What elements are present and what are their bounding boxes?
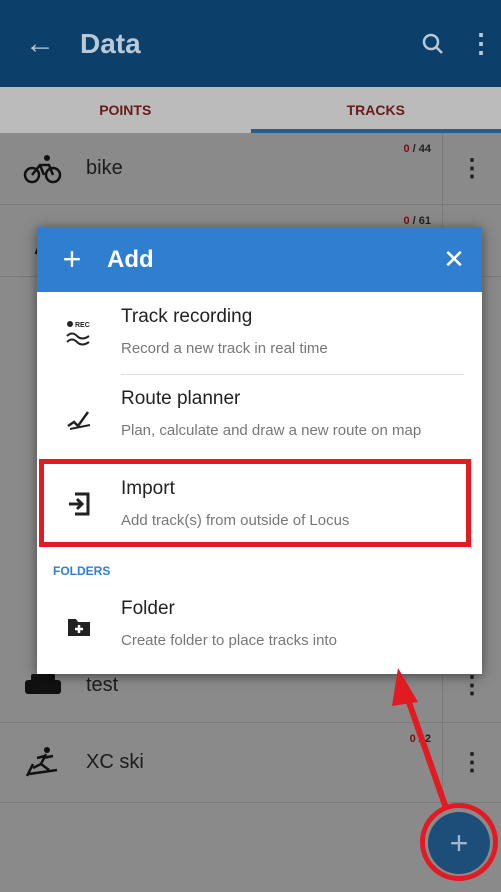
app-toolbar: ← Data ⋮ (0, 0, 501, 87)
track-count: 0 / 2 (409, 733, 431, 745)
list-item-name: test (86, 673, 119, 696)
back-button[interactable]: ← (0, 0, 80, 87)
item-title: Track recording (121, 306, 253, 327)
overflow-menu-button[interactable]: ⋮ (461, 0, 501, 87)
folder-add-icon (37, 584, 121, 670)
item-subtitle: Plan, calculate and draw a new route on … (121, 422, 422, 439)
dialog-header: + Add ✕ (37, 227, 482, 292)
track-count: 0 / 61 (403, 215, 431, 227)
tab-points[interactable]: POINTS (0, 87, 251, 133)
route-planner-icon (37, 374, 121, 460)
arrow-left-icon: ← (25, 26, 55, 60)
page-title: Data (80, 27, 141, 59)
more-vert-icon: ⋮ (460, 671, 484, 699)
item-title: Route planner (121, 388, 241, 409)
more-vert-icon: ⋮ (468, 28, 494, 58)
item-subtitle: Record a new track in real time (121, 340, 328, 357)
xc-ski-icon (0, 746, 86, 780)
item-title: Folder (121, 598, 175, 619)
row-menu-button[interactable]: ⋮ (443, 723, 501, 802)
bike-icon (0, 154, 86, 184)
search-button[interactable] (405, 0, 461, 87)
route-planner-item[interactable]: Route planner Plan, calculate and draw a… (37, 374, 482, 460)
track-recording-item[interactable]: REC Track recording Record a new track i… (37, 292, 482, 374)
fab-highlight-ring (420, 803, 498, 881)
tab-bar: POINTS TRACKS (0, 87, 501, 133)
more-vert-icon: ⋮ (460, 749, 484, 776)
list-item[interactable]: bike 0 / 44 ⋮ (0, 133, 501, 205)
search-icon (422, 33, 443, 54)
item-subtitle: Create folder to place tracks into (121, 632, 337, 649)
list-item[interactable]: XC ski 0 / 2 ⋮ (0, 723, 501, 803)
dialog-title: Add (107, 245, 154, 273)
close-button[interactable]: ✕ (426, 244, 482, 275)
track-recording-icon: REC (37, 292, 121, 374)
more-vert-icon: ⋮ (460, 155, 484, 182)
tab-tracks[interactable]: TRACKS (250, 87, 501, 133)
import-highlight-box (39, 459, 471, 547)
list-item-name: XC ski (86, 751, 144, 773)
section-header-folders: FOLDERS (53, 564, 111, 578)
car-icon (0, 672, 86, 698)
close-icon: ✕ (443, 244, 465, 274)
add-dialog: + Add ✕ REC Track recording Record a new… (37, 227, 482, 674)
plus-icon: + (62, 241, 82, 277)
row-menu-button[interactable]: ⋮ (443, 133, 501, 204)
list-item-name: bike (86, 157, 123, 179)
svg-text:REC: REC (75, 322, 90, 329)
track-count: 0 / 44 (403, 143, 431, 155)
folder-item[interactable]: Folder Create folder to place tracks int… (37, 584, 482, 670)
